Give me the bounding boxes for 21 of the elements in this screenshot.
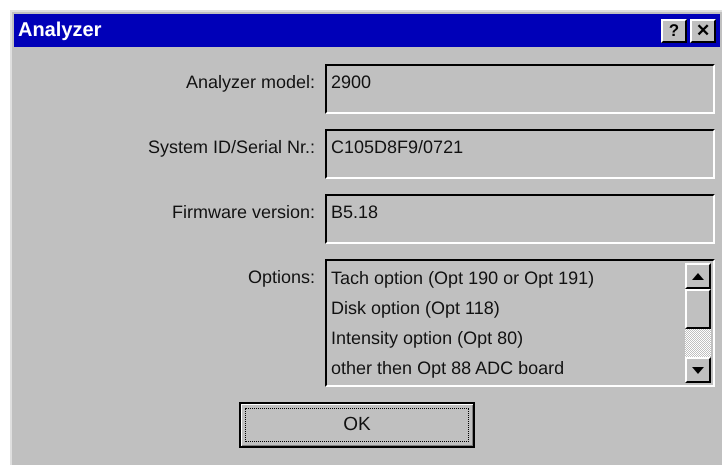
up-arrow-icon: [692, 272, 704, 280]
help-button[interactable]: ?: [661, 18, 687, 42]
ok-button[interactable]: OK: [239, 402, 475, 448]
field-label: System ID/Serial Nr.:: [146, 136, 315, 159]
window-title: Analyzer: [18, 19, 102, 42]
list-item[interactable]: Disk option (Opt 118): [329, 293, 685, 323]
text-field[interactable]: B5.18: [325, 194, 715, 244]
text-field[interactable]: 2900: [325, 64, 715, 114]
options-list[interactable]: Tach option (Opt 190 or Opt 191) Disk option (Opt 118) Intensity option (Opt 80) other then Opt 88 ADC board: [325, 259, 715, 387]
scroll-down-button[interactable]: [685, 357, 711, 383]
close-button[interactable]: ✕: [690, 18, 716, 42]
text-field[interactable]: C105D8F9/0721: [325, 129, 715, 179]
list-item[interactable]: other then Opt 88 ADC board: [329, 353, 685, 383]
field-label: Analyzer model:: [184, 71, 315, 94]
scroll-thumb[interactable]: [685, 289, 711, 329]
list-item[interactable]: Tach option (Opt 190 or Opt 191): [329, 263, 685, 293]
scroll-up-button[interactable]: [685, 263, 711, 289]
down-arrow-icon: [692, 366, 704, 374]
field-label: Firmware version:: [170, 201, 315, 224]
list-item[interactable]: Intensity option (Opt 80): [329, 323, 685, 353]
field-label: Options:: [246, 266, 315, 289]
